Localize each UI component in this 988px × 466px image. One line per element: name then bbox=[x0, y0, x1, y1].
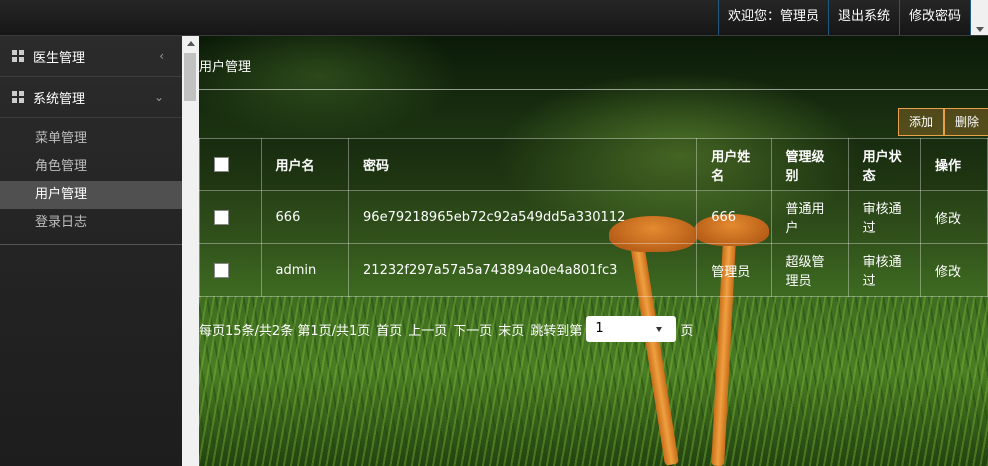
cell-status: 审核通过 bbox=[847, 190, 922, 244]
top-links: 欢迎您：管理员 退出系统 修改密码 bbox=[717, 0, 971, 35]
grid-icon bbox=[12, 91, 24, 103]
column-header: 管理级别 bbox=[770, 138, 849, 191]
chevron-down-icon: ⌄ bbox=[153, 90, 164, 104]
chevron-left-icon: ‹ bbox=[159, 49, 164, 63]
cell-username: 666 bbox=[260, 190, 350, 244]
breadcrumb: 用户管理 bbox=[199, 60, 252, 75]
cell-realname: 666 bbox=[696, 190, 772, 244]
dropdown-caret-icon bbox=[656, 327, 663, 332]
main-content: 用户管理 添加 删除 用户名 密码 用户姓名 管理级别 用户状态 操作 666 … bbox=[199, 36, 988, 466]
cell-status: 审核通过 bbox=[847, 243, 922, 297]
table-row: 666 96e79218965eb72c92a549dd5a330112 666… bbox=[199, 190, 988, 244]
scrollbar-thumb[interactable] bbox=[184, 53, 196, 101]
table-header-row: 用户名 密码 用户姓名 管理级别 用户状态 操作 bbox=[199, 138, 988, 191]
row-checkbox[interactable] bbox=[214, 262, 229, 278]
user-table: 用户名 密码 用户姓名 管理级别 用户状态 操作 666 96e79218965… bbox=[199, 138, 988, 297]
grid-icon bbox=[12, 50, 24, 62]
sidebar-scrollbar[interactable] bbox=[182, 36, 199, 466]
sidebar-item-menu[interactable]: 菜单管理 bbox=[0, 125, 182, 153]
select-all-cell bbox=[199, 138, 262, 191]
sidebar-group-label: 医生管理 bbox=[33, 50, 86, 66]
last-page-link[interactable]: 末页 bbox=[498, 320, 524, 339]
add-button[interactable]: 添加 bbox=[898, 108, 945, 136]
pagination: 每页15条/共2条 第1页/共1页 首页 上一页 下一页 末页 跳转到第 1 页 bbox=[199, 316, 699, 342]
column-header: 用户名 bbox=[260, 138, 350, 191]
prev-page-link[interactable]: 上一页 bbox=[408, 320, 447, 339]
cell-username: admin bbox=[260, 243, 350, 297]
welcome-text: 欢迎您：管理员 bbox=[717, 0, 828, 35]
sidebar-item-login-log[interactable]: 登录日志 bbox=[0, 209, 182, 237]
scroll-up-icon[interactable] bbox=[187, 41, 195, 46]
pager-summary: 每页15条/共2条 第1页/共1页 bbox=[199, 323, 371, 339]
cell-password: 21232f297a57a5a743894a0e4a801fc3 bbox=[348, 243, 698, 297]
column-header: 用户状态 bbox=[847, 138, 922, 191]
table-row: admin 21232f297a57a5a743894a0e4a801fc3 管… bbox=[199, 243, 988, 297]
column-header: 密码 bbox=[348, 138, 698, 191]
row-select-cell bbox=[199, 190, 262, 244]
sidebar-item-user[interactable]: 用户管理 bbox=[0, 181, 182, 209]
logout-link[interactable]: 退出系统 bbox=[827, 0, 899, 35]
edit-link[interactable]: 修改 bbox=[920, 243, 988, 297]
sidebar-group-doctor[interactable]: 医生管理 ‹ bbox=[0, 36, 182, 77]
select-all-checkbox[interactable] bbox=[214, 157, 229, 172]
column-header: 用户姓名 bbox=[696, 138, 772, 191]
row-checkbox[interactable] bbox=[214, 209, 229, 225]
change-password-link[interactable]: 修改密码 bbox=[898, 0, 971, 35]
toolbar: 添加 删除 bbox=[898, 108, 988, 136]
cell-level: 普通用户 bbox=[770, 190, 849, 244]
sidebar-group-system[interactable]: 系统管理 ⌄ bbox=[0, 77, 182, 118]
next-page-link[interactable]: 下一页 bbox=[453, 320, 492, 339]
cell-realname: 管理员 bbox=[696, 243, 772, 297]
page-suffix: 页 bbox=[680, 323, 694, 339]
sidebar-submenu: 菜单管理 角色管理 用户管理 登录日志 bbox=[0, 118, 182, 245]
page-scrollbar[interactable] bbox=[971, 0, 988, 35]
page-select-value: 1 bbox=[595, 321, 604, 336]
sidebar: 医生管理 ‹ 系统管理 ⌄ 菜单管理 角色管理 用户管理 登录日志 bbox=[0, 36, 182, 466]
jump-label: 跳转到第 bbox=[530, 323, 583, 339]
cell-level: 超级管理员 bbox=[770, 243, 849, 297]
page-select[interactable]: 1 bbox=[586, 316, 677, 342]
edit-link[interactable]: 修改 bbox=[920, 190, 988, 244]
cell-password: 96e79218965eb72c92a549dd5a330112 bbox=[348, 190, 698, 244]
column-header: 操作 bbox=[920, 138, 988, 191]
scroll-down-icon[interactable] bbox=[976, 27, 984, 32]
row-select-cell bbox=[199, 243, 262, 297]
divider bbox=[199, 89, 988, 90]
sidebar-item-role[interactable]: 角色管理 bbox=[0, 153, 182, 181]
sidebar-group-label: 系统管理 bbox=[33, 91, 86, 107]
delete-button[interactable]: 删除 bbox=[944, 108, 988, 136]
top-bar: 欢迎您：管理员 退出系统 修改密码 bbox=[0, 0, 988, 36]
first-page-link[interactable]: 首页 bbox=[376, 320, 402, 339]
